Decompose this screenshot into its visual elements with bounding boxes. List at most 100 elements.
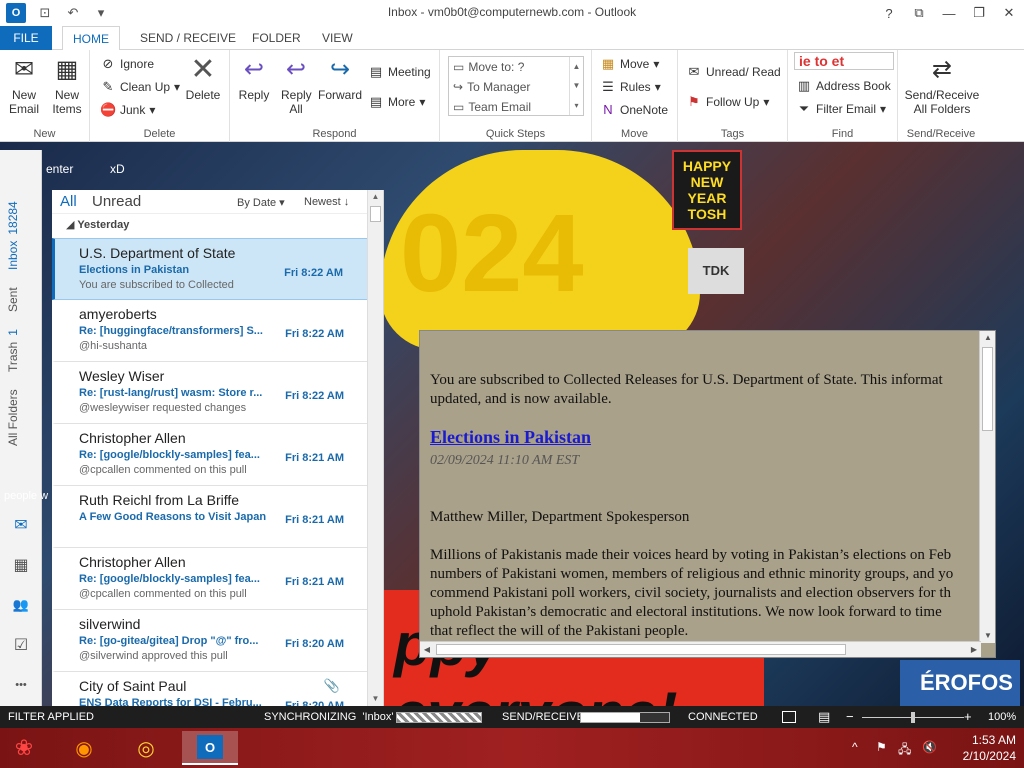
filter-all-tab[interactable]: All [60,193,77,210]
scroll-left-arrow[interactable]: ◀ [420,643,434,657]
nav-all-folders[interactable]: All Folders [6,389,20,446]
tasks-icon[interactable]: ☑ [10,634,32,656]
message-item[interactable]: silverwind Re: [go-gitea/gitea] Drop "@"… [52,610,368,672]
article-link[interactable]: Elections in Pakistan [430,428,990,447]
scroll-down-arrow[interactable]: ▼ [981,629,995,643]
desktop-label-people[interactable]: people w [4,490,48,502]
outlook-taskbar-icon[interactable]: O [182,731,238,765]
restore-button[interactable]: ❐ [964,0,994,26]
chrome-icon[interactable]: ◎ [128,731,164,765]
zoom-slider-thumb[interactable] [911,712,915,723]
scroll-right-arrow[interactable]: ▶ [967,643,981,657]
clean-up-button[interactable]: ✎ Clean Up ▾ [100,79,181,95]
unread-read-button[interactable]: ✉ Unread/ Read [686,64,781,80]
search-people-input[interactable]: ie to et [794,52,894,70]
forward-label: Forward [318,88,363,102]
message-item[interactable]: Christopher Allen Re: [google/blockly-sa… [52,548,368,610]
message-item[interactable]: Ruth Reichl from La Briffe A Few Good Re… [52,486,368,548]
forward-icon: ↪ [329,56,351,83]
quick-step-to-manager[interactable]: ↪ To Manager [449,77,583,97]
clock[interactable]: 1:53 AM 2/10/2024 [963,732,1016,764]
zoom-out-button[interactable]: − [846,709,854,724]
minimize-button[interactable]: — [934,0,964,26]
group-label-tags: Tags [720,128,745,140]
delete-icon: ✕ [190,53,216,86]
reading-vertical-scrollbar[interactable]: ▲ ▼ [979,331,995,643]
message-list-scrollbar[interactable]: ▲ ▼ [367,190,383,706]
nav-inbox[interactable]: Inbox 18284 [6,201,20,270]
start-button-icon[interactable]: ❀ [6,731,42,765]
message-list: All Unread By Date ▾ Newest ↓ ◢ Yesterda… [52,190,384,734]
reply-button[interactable]: ↩ Reply [234,54,274,103]
follow-up-button[interactable]: ⚑ Follow Up ▾ [686,94,769,110]
meeting-button[interactable]: ▤ Meeting [368,64,431,80]
new-email-button[interactable]: ✉ New Email [4,54,44,117]
junk-button[interactable]: ⛔ Junk ▾ [100,102,155,118]
scroll-up-icon[interactable]: ▲ [573,62,581,71]
reading-horizontal-scrollbar[interactable]: ◀ ▶ [420,641,981,657]
onenote-button[interactable]: N OneNote [600,102,668,117]
network-icon[interactable]: 🖧 [898,740,911,761]
firefox-icon[interactable]: ◉ [66,731,102,765]
message-item[interactable]: U.S. Department of State Elections in Pa… [52,238,368,300]
ribbon-display-options-icon[interactable]: ⧉ [904,0,934,26]
status-send-receive[interactable]: SEND/RECEIVE [502,711,584,723]
forward-button[interactable]: ↪ Forward [318,54,363,103]
ignore-label: Ignore [120,57,155,71]
reply-all-button[interactable]: ↩ Reply All [276,54,316,117]
delete-button[interactable]: ✕ Delete [182,53,224,103]
sort-by-dropdown[interactable]: By Date ▾ [237,196,285,209]
nav-sent[interactable]: Sent [6,287,20,312]
title-bar: O ⊡ ↶ ▾ Inbox - vm0b0t@computernewb.com … [0,0,1024,26]
normal-view-icon[interactable] [782,711,796,723]
send-receive-progress-fill [581,713,640,722]
scroll-up-arrow[interactable]: ▲ [368,190,383,204]
more-respond-button[interactable]: ▤ More ▾ [368,94,426,110]
quick-steps-scroll[interactable]: ▲ ▼ ▾ [569,57,583,115]
address-book-button[interactable]: ▥ Address Book [796,78,891,94]
quick-step-move-to[interactable]: ▭ Move to: ? [449,57,583,77]
tab-view[interactable]: VIEW [312,26,363,50]
scroll-thumb[interactable] [436,644,846,655]
people-icon[interactable]: 👥 [10,594,32,616]
expand-icon[interactable]: ▾ [574,101,578,110]
mail-icon[interactable]: ✉ [10,514,32,536]
action-center-flag-icon[interactable]: ⚑ [876,740,887,754]
more-nav-icon[interactable]: ••• [10,674,32,696]
message-item[interactable]: amyeroberts Re: [huggingface/transformer… [52,300,368,362]
ignore-button[interactable]: ⊘ Ignore [100,56,154,72]
tab-send-receive[interactable]: SEND / RECEIVE [130,26,246,50]
scroll-down-icon[interactable]: ▼ [573,81,581,90]
close-button[interactable]: ✕ [994,0,1024,26]
tab-folder[interactable]: FOLDER [242,26,311,50]
quick-step-team-email[interactable]: ▭ Team Email [449,97,583,117]
desktop-label-xd[interactable]: xD [110,162,125,176]
message-item[interactable]: Wesley Wiser Re: [rust-lang/rust] wasm: … [52,362,368,424]
reading-view-icon[interactable]: ▤ [818,709,830,725]
group-header-label: Yesterday [77,219,130,231]
scroll-down-arrow[interactable]: ▼ [368,692,383,706]
group-header-yesterday[interactable]: ◢ Yesterday [52,216,368,236]
tab-home[interactable]: HOME [62,26,120,51]
calendar-icon[interactable]: ▦ [10,554,32,576]
zoom-in-button[interactable]: + [964,709,972,724]
scroll-up-arrow[interactable]: ▲ [981,331,995,345]
scroll-thumb[interactable] [370,206,381,222]
help-button[interactable]: ? [874,0,904,26]
filter-email-button[interactable]: ⏷ Filter Email ▾ [796,101,886,117]
rules-button[interactable]: ☰ Rules ▾ [600,79,661,95]
move-button[interactable]: ▦ Move ▾ [600,56,660,72]
zoom-level[interactable]: 100% [988,711,1016,723]
desktop-label-center[interactable]: enter [46,162,73,176]
send-receive-all-button[interactable]: ⇄ Send/Receive All Folders [902,54,982,117]
sort-order-toggle[interactable]: Newest ↓ [304,196,349,208]
scroll-thumb[interactable] [982,347,993,431]
message-item[interactable]: Christopher Allen Re: [google/blockly-sa… [52,424,368,486]
collapse-icon[interactable]: ◢ [66,219,74,231]
nav-trash[interactable]: Trash 1 [6,329,20,372]
volume-muted-icon[interactable]: 🔇 [922,740,937,754]
tray-overflow-icon[interactable]: ^ [852,740,858,754]
new-items-button[interactable]: ▦ New Items [46,54,88,117]
filter-unread-tab[interactable]: Unread [92,193,141,210]
tab-file[interactable]: FILE [0,26,52,50]
